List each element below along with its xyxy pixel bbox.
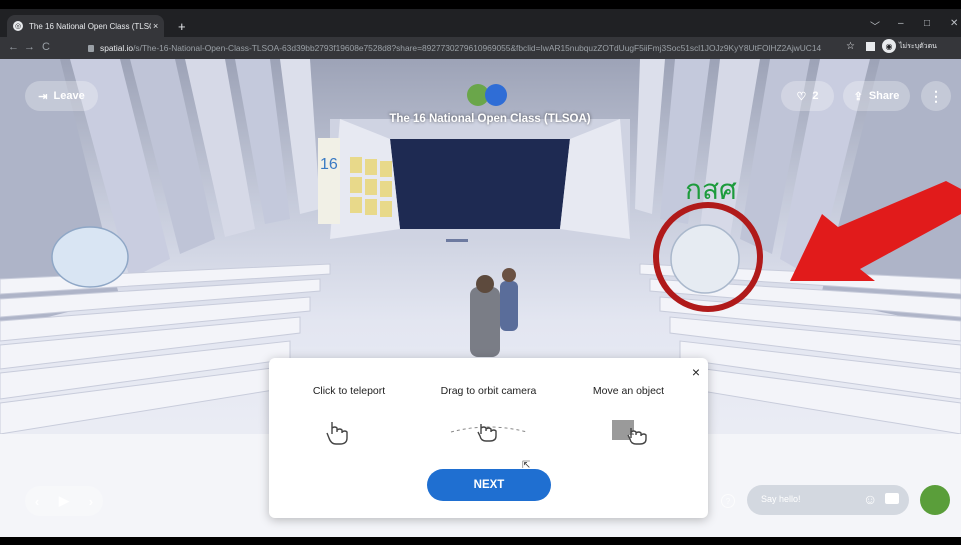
chat-input[interactable] [759, 493, 853, 505]
more-icon: ⋮ [929, 87, 943, 104]
spatial-favicon-icon: ◎ [13, 21, 23, 31]
orb-left [51, 226, 129, 288]
more-options-button[interactable]: ⋮ [921, 81, 951, 111]
profile-name: ไม่ระบุตัวตน [899, 42, 937, 50]
tab-title: The 16 National Open Class (TLSOA) [29, 21, 151, 31]
prev-icon[interactable]: ‹ [35, 494, 39, 509]
room-title: The 16 National Open Class (TLSOA) [389, 113, 591, 125]
hint-label-teleport: Click to teleport [312, 385, 386, 397]
leave-label: Leave [53, 90, 85, 102]
url-field[interactable]: spatial.io/s/The-16-National-Open-Class-… [88, 41, 848, 55]
dialog-close-icon[interactable]: × [692, 364, 700, 380]
kor-sor-sor-sign: กสศ [685, 173, 737, 206]
help-icon[interactable]: ? [721, 494, 735, 508]
avatar-character-2 [500, 268, 518, 331]
minimize-icon[interactable]: – [898, 18, 904, 29]
back-icon[interactable]: ← [8, 41, 19, 53]
likes-count: 2 [812, 90, 819, 102]
profile-button[interactable]: ◉ ไม่ระบุตัวตน [866, 39, 937, 53]
tab-close-icon[interactable]: × [153, 21, 158, 31]
heart-icon: ♡ [796, 90, 807, 103]
poster-number: 16 [320, 156, 338, 173]
hall-doorway [390, 139, 570, 229]
emoji-icon[interactable]: ☺ [863, 491, 877, 507]
drag-orbit-icon [450, 424, 528, 442]
lock-icon [88, 44, 94, 52]
maximize-icon[interactable]: □ [924, 18, 930, 29]
controls-hint-dialog: × Click to teleport Drag to orbit camera… [269, 358, 708, 518]
poster-wall [350, 157, 392, 217]
sidepanel-icon [866, 41, 875, 51]
hand-pointer-icon [326, 422, 348, 445]
poster-left [318, 138, 340, 224]
share-label: Share [868, 90, 900, 102]
like-button[interactable]: ♡ 2 [781, 81, 834, 111]
orb-right [670, 224, 740, 294]
hint-label-move: Move an object [592, 385, 665, 397]
avatar-character-1 [470, 275, 500, 357]
user-avatar[interactable] [920, 485, 950, 515]
url-host: spatial.io [100, 43, 134, 53]
browser-tab[interactable]: ◎ The 16 National Open Class (TLSOA) × [7, 15, 164, 37]
next-icon[interactable]: › [89, 494, 93, 509]
navigation-controls[interactable]: ‹ ▶ › [25, 486, 103, 516]
tab-search-icon[interactable]: ﹀ [870, 18, 880, 33]
chat-bar: ☺ [747, 485, 909, 515]
next-button[interactable]: NEXT [427, 469, 551, 501]
star-icon[interactable]: ☆ [846, 41, 855, 52]
move-object-icon [612, 420, 647, 445]
hint-label-orbit: Drag to orbit camera [440, 385, 537, 397]
forward-icon[interactable]: → [24, 41, 35, 53]
incognito-icon: ◉ [882, 39, 896, 53]
leave-button[interactable]: ⇥ Leave [25, 81, 98, 111]
top-black-bar [0, 0, 961, 9]
new-tab-icon[interactable]: + [178, 19, 186, 34]
share-icon: ⇪ [853, 90, 863, 103]
leave-icon: ⇥ [38, 90, 48, 103]
play-icon[interactable]: ▶ [59, 493, 69, 509]
bottom-black-bar [0, 537, 961, 545]
url-path: /s/The-16-National-Open-Class-TLSOA-63d3… [133, 43, 822, 53]
chat-messages-icon[interactable] [885, 493, 899, 504]
mouse-cursor-icon: ⇱ [522, 460, 531, 471]
reload-icon[interactable]: C [42, 41, 50, 53]
host-avatar-2[interactable] [485, 84, 507, 106]
share-button[interactable]: ⇪ Share [843, 81, 910, 111]
close-window-icon[interactable]: ✕ [950, 18, 958, 29]
